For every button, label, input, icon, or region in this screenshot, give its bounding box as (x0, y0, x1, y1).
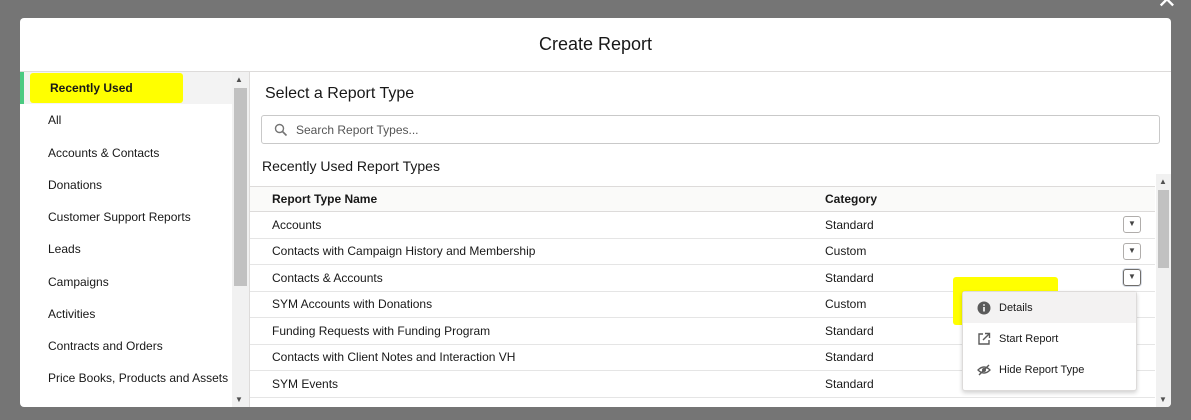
menu-item-start-report[interactable]: Start Report (963, 323, 1136, 354)
row-actions-button[interactable]: ▼ (1123, 242, 1141, 260)
highlight-recently-used: Recently Used (30, 73, 183, 103)
external-link-icon (977, 332, 991, 346)
sidebar-item-activities[interactable]: Activities (20, 298, 232, 330)
chevron-down-icon: ▼ (1128, 245, 1136, 255)
chevron-down-icon: ▼ (1128, 272, 1136, 282)
sidebar-scrollbar[interactable]: ▲ ▼ (232, 72, 250, 407)
sidebar-item-label: Recently Used (50, 81, 133, 95)
sidebar-item-donations[interactable]: Donations (20, 169, 232, 201)
sidebar-item-customer-support[interactable]: Customer Support Reports (20, 201, 232, 233)
close-icon[interactable]: ✕ (1157, 0, 1177, 12)
sidebar-item-campaigns[interactable]: Campaigns (20, 266, 232, 298)
report-type-sidebar: Recently Used All Accounts & Contacts Do… (20, 72, 233, 407)
page-title: Select a Report Type (265, 85, 415, 102)
table-scrollbar[interactable]: ▲ ▼ (1156, 174, 1171, 407)
sidebar-item-price-books[interactable]: Price Books, Products and Assets (20, 363, 232, 386)
scroll-up-icon[interactable]: ▲ (1159, 177, 1167, 186)
chevron-down-icon: ▼ (1128, 219, 1136, 229)
sidebar-item-contracts-orders[interactable]: Contracts and Orders (20, 330, 232, 362)
create-report-modal: Create Report Recently Used All Accounts… (20, 18, 1171, 407)
column-header-actions (1085, 186, 1155, 212)
report-type-name[interactable]: SYM Events (250, 370, 825, 398)
hide-eye-icon (977, 363, 991, 377)
row-actions-menu: Details Start Report Hide Report Type (962, 291, 1137, 391)
search-input[interactable] (294, 121, 1159, 138)
column-header-category[interactable]: Category (825, 186, 1085, 212)
report-type-name[interactable]: SYM Accounts with Donations (250, 291, 825, 318)
sidebar-item-accounts-contacts[interactable]: Accounts & Contacts (20, 137, 232, 169)
report-type-name[interactable]: Contacts & Accounts (250, 264, 825, 292)
row-actions-button[interactable]: ▼ (1123, 216, 1141, 234)
column-header-name[interactable]: Report Type Name (250, 186, 825, 212)
report-type-category: Custom (825, 238, 1085, 265)
menu-item-details[interactable]: Details (963, 292, 1136, 323)
table-header-row: Report Type Name Category (250, 186, 1155, 212)
search-field[interactable] (261, 115, 1160, 144)
report-type-name[interactable]: Funding Requests with Funding Program (250, 317, 825, 345)
section-subheading: Recently Used Report Types (262, 158, 440, 174)
modal-title: Create Report (20, 18, 1171, 72)
table-row[interactable]: Contacts with Campaign History and Membe… (250, 238, 1155, 265)
menu-item-hide-report-type[interactable]: Hide Report Type (963, 354, 1136, 385)
sidebar-item-leads[interactable]: Leads (20, 233, 232, 265)
menu-item-label: Hide Report Type (999, 363, 1085, 376)
menu-item-label: Start Report (999, 332, 1059, 345)
scroll-down-icon[interactable]: ▼ (1159, 395, 1167, 404)
table-scroll-thumb[interactable] (1158, 190, 1169, 268)
report-type-name[interactable]: Contacts with Client Notes and Interacti… (250, 344, 825, 371)
search-icon (274, 123, 288, 137)
info-icon (977, 301, 991, 315)
report-type-name[interactable]: Accounts (250, 211, 825, 239)
sidebar-item-recently-used[interactable]: Recently Used (20, 72, 232, 105)
menu-item-label: Details (999, 301, 1033, 314)
scroll-up-icon[interactable]: ▲ (235, 75, 243, 84)
row-actions-button[interactable]: ▼ (1123, 269, 1141, 287)
sidebar-item-all[interactable]: All (20, 104, 232, 136)
scroll-down-icon[interactable]: ▼ (235, 395, 243, 404)
sidebar-scroll-thumb[interactable] (234, 88, 247, 286)
table-row[interactable]: Accounts Standard ▼ (250, 211, 1155, 239)
report-type-category: Standard (825, 211, 1085, 239)
report-type-name[interactable]: Contacts with Campaign History and Membe… (250, 238, 825, 265)
